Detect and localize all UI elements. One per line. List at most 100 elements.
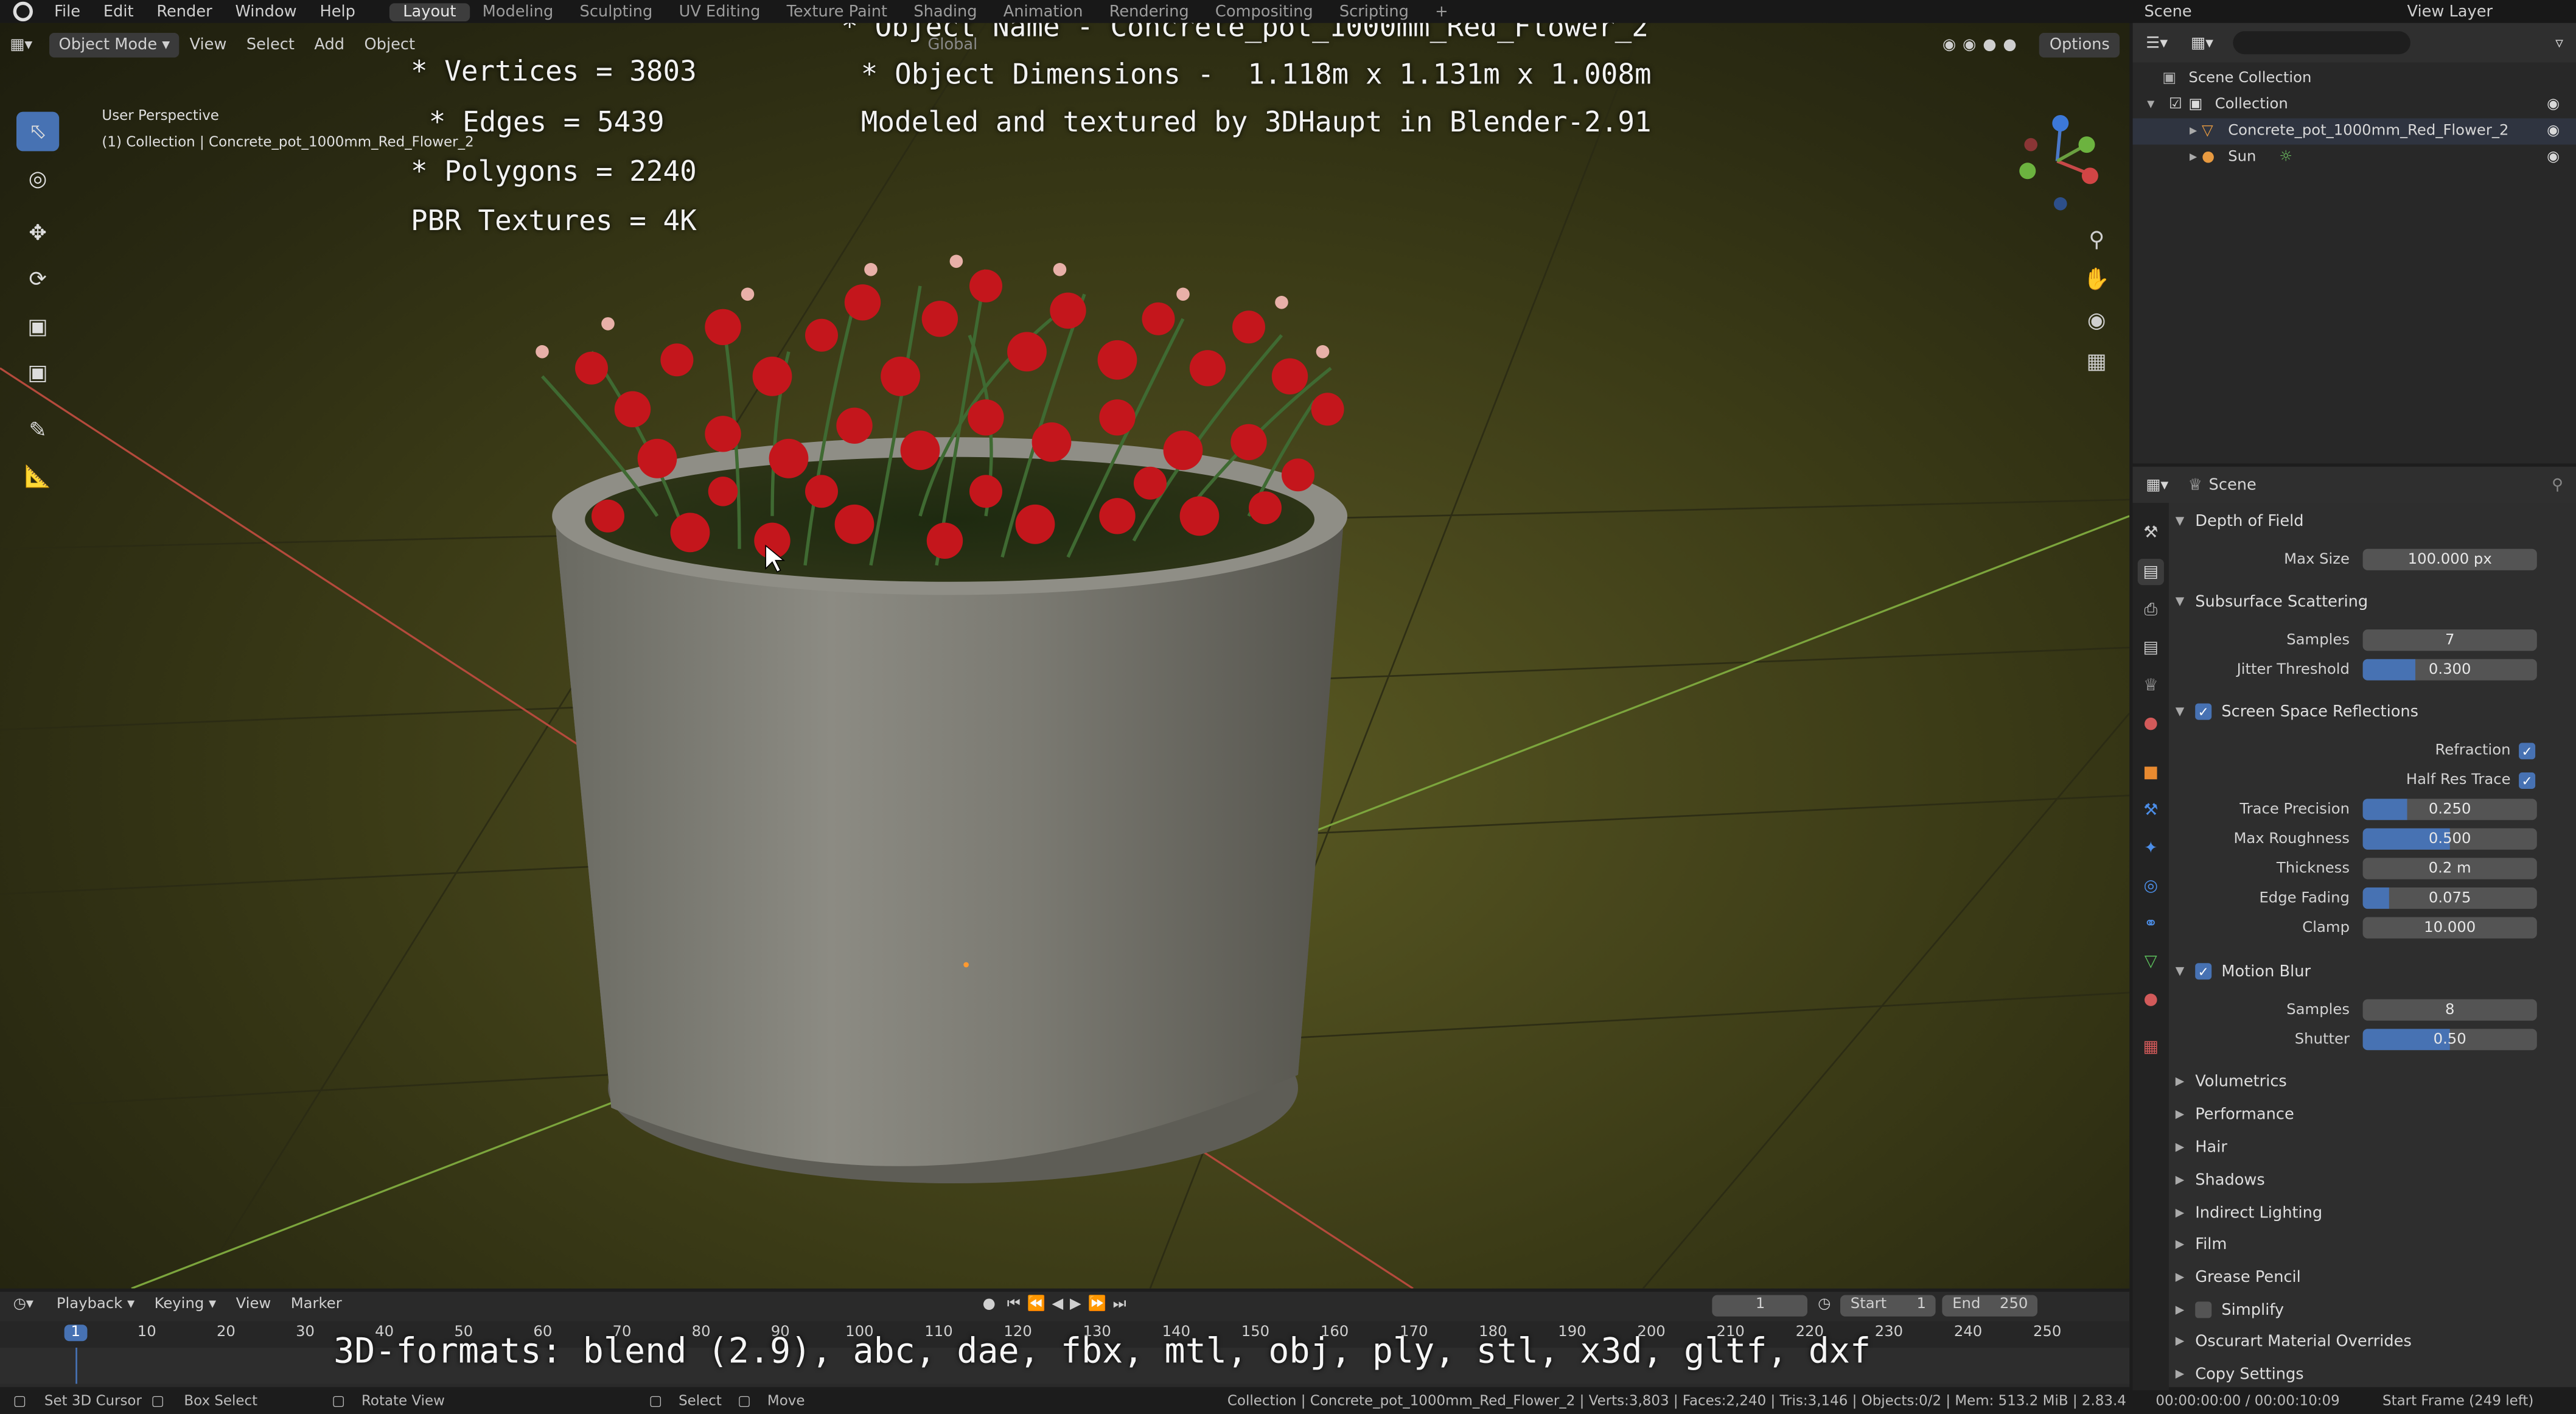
camera-view-icon[interactable]: ◉ xyxy=(2080,304,2113,337)
view-layer-selector[interactable]: View Layer xyxy=(2396,2,2576,21)
menu-window[interactable]: Window xyxy=(224,2,309,21)
options-dropdown[interactable]: Options xyxy=(2039,32,2120,57)
section-grease-pencil[interactable]: ▶ Grease Pencil xyxy=(2176,1261,2570,1293)
transform-tool-icon[interactable]: ▣ xyxy=(16,354,59,393)
jitter-threshold-slider[interactable]: 0.300 xyxy=(2362,659,2537,681)
tab-layout[interactable]: Layout xyxy=(389,2,470,21)
render-tab-icon[interactable]: ▤ xyxy=(2137,559,2164,586)
outliner-row-sun[interactable]: ▸ ● Sun ☼ ◉ xyxy=(2133,145,2576,171)
tab-scripting[interactable]: Scripting xyxy=(1326,2,1422,21)
menu-help[interactable]: Help xyxy=(309,2,367,21)
edge-fading-slider[interactable]: 0.075 xyxy=(2362,887,2537,909)
particles-tab-icon[interactable]: ✦ xyxy=(2138,835,2164,861)
marker-menu[interactable]: Marker xyxy=(281,1297,351,1313)
scale-tool-icon[interactable]: ▣ xyxy=(16,307,59,347)
sss-samples-field[interactable]: 7 xyxy=(2362,629,2537,651)
editor-type-icon[interactable]: ▦▾ xyxy=(0,35,43,54)
viewport-shading-icons[interactable]: ◉◉●● xyxy=(1933,35,2033,54)
tab-uv-editing[interactable]: UV Editing xyxy=(666,2,773,21)
section-performance[interactable]: ▶ Performance xyxy=(2176,1098,2570,1131)
outliner-editor-icon[interactable]: ☰▾ xyxy=(2133,33,2181,52)
timeline-view-menu[interactable]: View xyxy=(226,1297,281,1313)
section-shadows[interactable]: ▶ Shadows xyxy=(2176,1164,2570,1197)
visibility-eye-icon[interactable]: ◉ xyxy=(2547,124,2576,140)
3d-viewport[interactable]: * Vertices = 3803 * Edges = 5439 * Polyg… xyxy=(0,23,2130,1289)
current-frame-field[interactable]: 1 xyxy=(1712,1294,1808,1316)
visibility-eye-icon[interactable]: ◉ xyxy=(2547,97,2576,113)
thickness-field[interactable]: 0.2 m xyxy=(2362,858,2537,880)
data-tab-icon[interactable]: ▽ xyxy=(2138,948,2164,975)
playback-controls-icon[interactable]: ⏮⏪◀▶⏩⏭ xyxy=(1002,1297,1138,1313)
constraints-tab-icon[interactable]: ⚭ xyxy=(2138,911,2164,937)
section-indirect-lighting[interactable]: ▶ Indirect Lighting xyxy=(2176,1197,2570,1230)
view-layer-tab-icon[interactable]: ▤ xyxy=(2138,634,2164,660)
ssr-enable-checkbox[interactable]: ✓ xyxy=(2195,703,2212,720)
filter-icon[interactable]: ▿ xyxy=(2542,33,2576,52)
outliner-row-object[interactable]: ▸ ▽ Concrete_pot_1000mm_Red_Flower_2 ◉ xyxy=(2132,118,2576,145)
scene-tab-icon[interactable]: ♕ xyxy=(2138,672,2164,698)
properties-editor-icon[interactable]: ▦▾ xyxy=(2133,476,2182,494)
end-frame-field[interactable]: End 250 xyxy=(1942,1294,2038,1316)
blender-logo-icon[interactable] xyxy=(13,1,33,22)
physics-tab-icon[interactable]: ◎ xyxy=(2138,873,2164,899)
select-box-tool-icon[interactable]: ⬁ xyxy=(16,111,60,152)
trace-precision-slider[interactable]: 0.250 xyxy=(2362,799,2537,821)
object-mode-dropdown[interactable]: Object Mode ▾ xyxy=(49,32,180,57)
refraction-checkbox[interactable]: ✓ xyxy=(2519,743,2536,760)
timeline-editor-icon[interactable]: ◷▾ xyxy=(0,1297,47,1313)
navigation-gizmo[interactable] xyxy=(2008,108,2106,214)
max-roughness-slider[interactable]: 0.500 xyxy=(2362,828,2537,850)
tab-compositing[interactable]: Compositing xyxy=(1202,2,1326,21)
section-hair[interactable]: ▶ Hair xyxy=(2176,1131,2570,1164)
section-film[interactable]: ▶ Film xyxy=(2176,1228,2570,1261)
playback-menu[interactable]: Playback ▾ xyxy=(47,1297,145,1313)
expand-arrow-icon[interactable]: ▾ xyxy=(2133,97,2169,113)
outliner-search-input[interactable] xyxy=(2233,31,2411,55)
menu-edit[interactable]: Edit xyxy=(92,2,145,21)
move-tool-icon[interactable]: ✥ xyxy=(16,214,59,253)
section-subsurface-scattering[interactable]: ▼ Subsurface Scattering xyxy=(2176,585,2570,618)
tab-modeling[interactable]: Modeling xyxy=(469,2,567,21)
simplify-checkbox[interactable] xyxy=(2195,1301,2212,1318)
object-menu[interactable]: Object xyxy=(354,35,425,54)
section-depth-of-field[interactable]: ▼ Depth of Field xyxy=(2176,505,2570,537)
outliner-row-collection[interactable]: ▾ ☑ ▣ Collection ◉ xyxy=(2133,92,2576,118)
max-size-field[interactable]: 100.000 px xyxy=(2362,548,2537,570)
texture-tab-icon[interactable]: ▦ xyxy=(2138,1034,2164,1060)
add-workspace-icon[interactable]: + xyxy=(1422,2,1462,21)
menu-file[interactable]: File xyxy=(43,2,92,21)
display-mode-icon[interactable]: ▦▾ xyxy=(2181,33,2224,52)
keying-menu[interactable]: Keying ▾ xyxy=(144,1297,226,1313)
start-frame-field[interactable]: Start 1 xyxy=(1840,1294,1936,1316)
section-copy-settings[interactable]: ▶ Copy Settings xyxy=(2176,1357,2570,1390)
annotate-tool-icon[interactable]: ✎ xyxy=(16,411,59,450)
tool-tab-icon[interactable]: ⚒ xyxy=(2138,519,2164,545)
tab-rendering[interactable]: Rendering xyxy=(1096,2,1202,21)
motion-blur-checkbox[interactable]: ✓ xyxy=(2195,963,2212,980)
collection-checkbox[interactable]: ☑ xyxy=(2169,97,2188,113)
tab-shading[interactable]: Shading xyxy=(901,2,990,21)
clamp-field[interactable]: 10.000 xyxy=(2362,917,2537,939)
record-icon[interactable]: ● xyxy=(976,1297,1002,1313)
tab-sculpting[interactable]: Sculpting xyxy=(567,2,666,21)
clock-icon[interactable]: ◷ xyxy=(1808,1297,1841,1313)
outliner-row-scene-collection[interactable]: ▣ Scene Collection xyxy=(2133,66,2576,92)
select-menu[interactable]: Select xyxy=(237,35,305,54)
shutter-slider[interactable]: 0.50 xyxy=(2362,1029,2537,1051)
section-volumetrics[interactable]: ▶ Volumetrics xyxy=(2176,1065,2570,1098)
material-tab-icon[interactable]: ● xyxy=(2138,986,2164,1012)
menu-render[interactable]: Render xyxy=(145,2,223,21)
output-tab-icon[interactable]: ⎙ xyxy=(2138,597,2164,623)
section-motion-blur[interactable]: ▼ ✓ Motion Blur xyxy=(2176,955,2570,988)
pan-hand-icon[interactable]: ✋ xyxy=(2080,263,2113,296)
section-simplify[interactable]: ▶ Simplify xyxy=(2176,1293,2570,1326)
cursor-tool-icon[interactable]: ◎ xyxy=(16,159,59,199)
modifier-tab-icon[interactable]: ⚒ xyxy=(2138,797,2164,824)
world-tab-icon[interactable]: ● xyxy=(2138,710,2164,736)
tab-texture-paint[interactable]: Texture Paint xyxy=(773,2,901,21)
grid-view-icon[interactable]: ▦ xyxy=(2080,345,2113,378)
measure-tool-icon[interactable]: 📐 xyxy=(16,457,59,497)
half-res-trace-checkbox[interactable]: ✓ xyxy=(2519,772,2536,789)
rotate-tool-icon[interactable]: ⟳ xyxy=(16,260,59,299)
pin-icon[interactable]: ⚲ xyxy=(2539,476,2576,494)
